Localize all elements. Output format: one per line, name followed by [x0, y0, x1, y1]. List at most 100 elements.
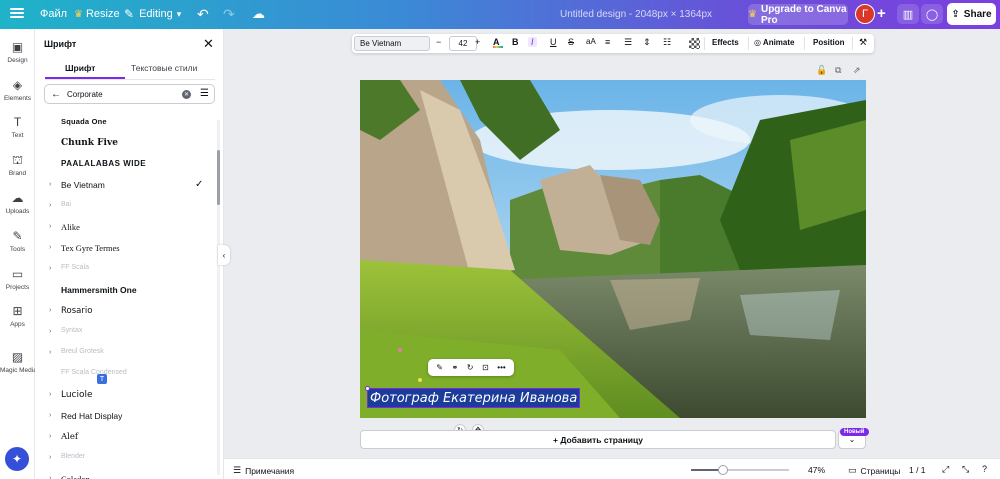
close-icon[interactable]: ✕: [203, 36, 214, 52]
menu-icon[interactable]: [10, 6, 24, 20]
notes-button[interactable]: ☰ Примечания: [233, 465, 294, 476]
font-list-item[interactable]: › FF Scala: [35, 260, 215, 280]
arrow-left-icon[interactable]: ←: [51, 89, 61, 100]
rail-item-design[interactable]: ▣ Design: [0, 40, 35, 64]
scrollbar-thumb[interactable]: [217, 150, 220, 205]
chevron-right-icon[interactable]: ›: [49, 433, 51, 440]
more-icon[interactable]: •••: [497, 363, 505, 372]
rail-item-apps[interactable]: ⊞ Apps: [0, 304, 35, 328]
filter-icon[interactable]: ☰: [200, 88, 209, 99]
rail-item-projects[interactable]: ▭ Projects: [0, 267, 35, 291]
chevron-right-icon[interactable]: ›: [49, 202, 51, 209]
effects-button[interactable]: Effects: [712, 38, 739, 47]
redo-icon[interactable]: ↷: [223, 6, 235, 23]
font-list-item[interactable]: › Bai: [35, 197, 215, 217]
rail-item-uploads[interactable]: ☁ Uploads: [0, 191, 35, 215]
editing-dropdown[interactable]: ✎ Editing ▾: [124, 7, 181, 21]
underline-icon[interactable]: U: [550, 37, 557, 47]
resize-button[interactable]: ♛ Resize: [74, 8, 120, 20]
font-list-item[interactable]: Squada One: [35, 113, 215, 133]
zoom-slider[interactable]: [691, 465, 789, 475]
tab-font[interactable]: Шрифт: [65, 63, 95, 73]
font-list-item[interactable]: › Red Hat Display: [35, 407, 215, 427]
position-button[interactable]: Position: [813, 38, 845, 47]
font-list-item[interactable]: Chunk Five: [35, 134, 215, 154]
design-title[interactable]: Untitled design - 2048px × 1364px: [560, 9, 712, 20]
font-list-item[interactable]: › Rosario: [35, 302, 215, 322]
font-list-item[interactable]: › Luciole: [35, 386, 215, 406]
chevron-right-icon[interactable]: ›: [49, 223, 51, 230]
pages-button[interactable]: ▭ Страницы: [848, 465, 900, 476]
caption-text[interactable]: Фотограф Екатерина Иванова: [370, 391, 577, 406]
chevron-right-icon[interactable]: ›: [49, 265, 51, 272]
share-page-icon[interactable]: ⇗: [853, 65, 861, 76]
file-menu[interactable]: Файл: [40, 8, 67, 20]
help-icon[interactable]: ?: [982, 464, 987, 474]
add-page-button[interactable]: + Добавить страницу: [360, 430, 836, 449]
search-input[interactable]: [67, 89, 177, 99]
font-family-dropdown[interactable]: Be Vietnam: [354, 36, 430, 51]
animate-button[interactable]: ◎ Animate: [754, 38, 794, 47]
zoom-slider-knob[interactable]: [718, 465, 728, 475]
plus-icon[interactable]: +: [475, 37, 480, 47]
chevron-right-icon[interactable]: ›: [49, 244, 51, 251]
magic-assistant-icon[interactable]: ✦: [5, 447, 29, 471]
font-list-item[interactable]: Hammersmith One: [35, 281, 215, 301]
clear-icon[interactable]: ✕: [182, 90, 191, 99]
fullscreen-icon[interactable]: ⤢: [942, 464, 949, 475]
zoom-level[interactable]: 47%: [808, 465, 825, 475]
resize-handle[interactable]: [365, 386, 370, 391]
font-list-item[interactable]: › Tex Gyre Termes: [35, 239, 215, 259]
avatar[interactable]: Г: [855, 4, 875, 24]
rail-item-tools[interactable]: ✎ Tools: [0, 229, 35, 253]
rail-item-elements[interactable]: ◈ Elements: [0, 78, 35, 102]
font-list-item[interactable]: FF Scala Condensed: [35, 365, 215, 385]
transparency-icon[interactable]: [689, 38, 700, 49]
expand-icon[interactable]: ⤡: [962, 464, 969, 475]
caption-text-box[interactable]: Фотограф Екатерина Иванова: [367, 388, 581, 408]
page-number[interactable]: 1 / 1: [909, 465, 926, 475]
undo-icon[interactable]: ↶: [197, 6, 209, 23]
list-icon[interactable]: ☰: [624, 37, 632, 48]
font-list-item[interactable]: › Blender: [35, 449, 215, 469]
chevron-right-icon[interactable]: ›: [49, 328, 51, 335]
duplicate-icon[interactable]: ⧉: [835, 65, 841, 76]
minus-icon[interactable]: −: [436, 37, 441, 47]
more-options-icon[interactable]: ☷: [663, 37, 671, 48]
tab-text-styles[interactable]: Текстовые стили: [131, 63, 197, 73]
plus-icon[interactable]: +: [877, 5, 886, 22]
rail-item-magic-media[interactable]: ▨ Magic Media: [0, 350, 37, 374]
comment-icon[interactable]: ◯: [921, 4, 943, 24]
paint-roller-icon[interactable]: ⚒: [859, 37, 867, 48]
chevron-right-icon[interactable]: ›: [49, 412, 51, 419]
text-color-icon[interactable]: A: [493, 37, 503, 48]
spacing-icon[interactable]: ⇕: [643, 37, 651, 48]
letter-case-icon[interactable]: aA: [586, 37, 596, 46]
share-button[interactable]: ⇪ Share: [947, 3, 996, 25]
font-list-item[interactable]: › Breul Grotesk: [35, 344, 215, 364]
upgrade-button[interactable]: ♛ Upgrade to Canva Pro: [748, 4, 848, 26]
font-list-item[interactable]: › Syntax: [35, 323, 215, 343]
chevron-right-icon[interactable]: ›: [49, 307, 51, 314]
font-list-item[interactable]: PAALALABAS WIDE: [35, 155, 215, 175]
font-list-item[interactable]: › Be Vietnam ✓: [35, 176, 215, 196]
chevron-right-icon[interactable]: ›: [49, 454, 51, 461]
font-list-item[interactable]: › Alike: [35, 218, 215, 238]
cloud-sync-icon[interactable]: ☁: [252, 6, 265, 22]
strikethrough-icon[interactable]: S: [568, 37, 574, 47]
italic-icon[interactable]: I: [528, 37, 537, 47]
font-list-item[interactable]: › Coladon: [35, 470, 215, 479]
align-center-icon[interactable]: ≡: [605, 37, 610, 47]
rail-item-brand[interactable]: ⛫ Brand: [0, 153, 35, 177]
chevron-right-icon[interactable]: ›: [49, 181, 51, 188]
lock-icon[interactable]: ⊡: [482, 363, 489, 372]
chevron-right-icon[interactable]: ›: [49, 475, 51, 479]
font-list-item[interactable]: › Alef: [35, 428, 215, 448]
rotate-icon[interactable]: ↻: [467, 363, 474, 372]
magic-write-icon[interactable]: ✎: [436, 363, 443, 372]
font-size-input[interactable]: 42: [449, 36, 477, 51]
collapse-panel-icon[interactable]: ‹: [218, 245, 230, 265]
analytics-icon[interactable]: ▥: [897, 4, 919, 24]
link-icon[interactable]: ⚭: [452, 363, 459, 372]
chevron-right-icon[interactable]: ›: [49, 391, 51, 398]
